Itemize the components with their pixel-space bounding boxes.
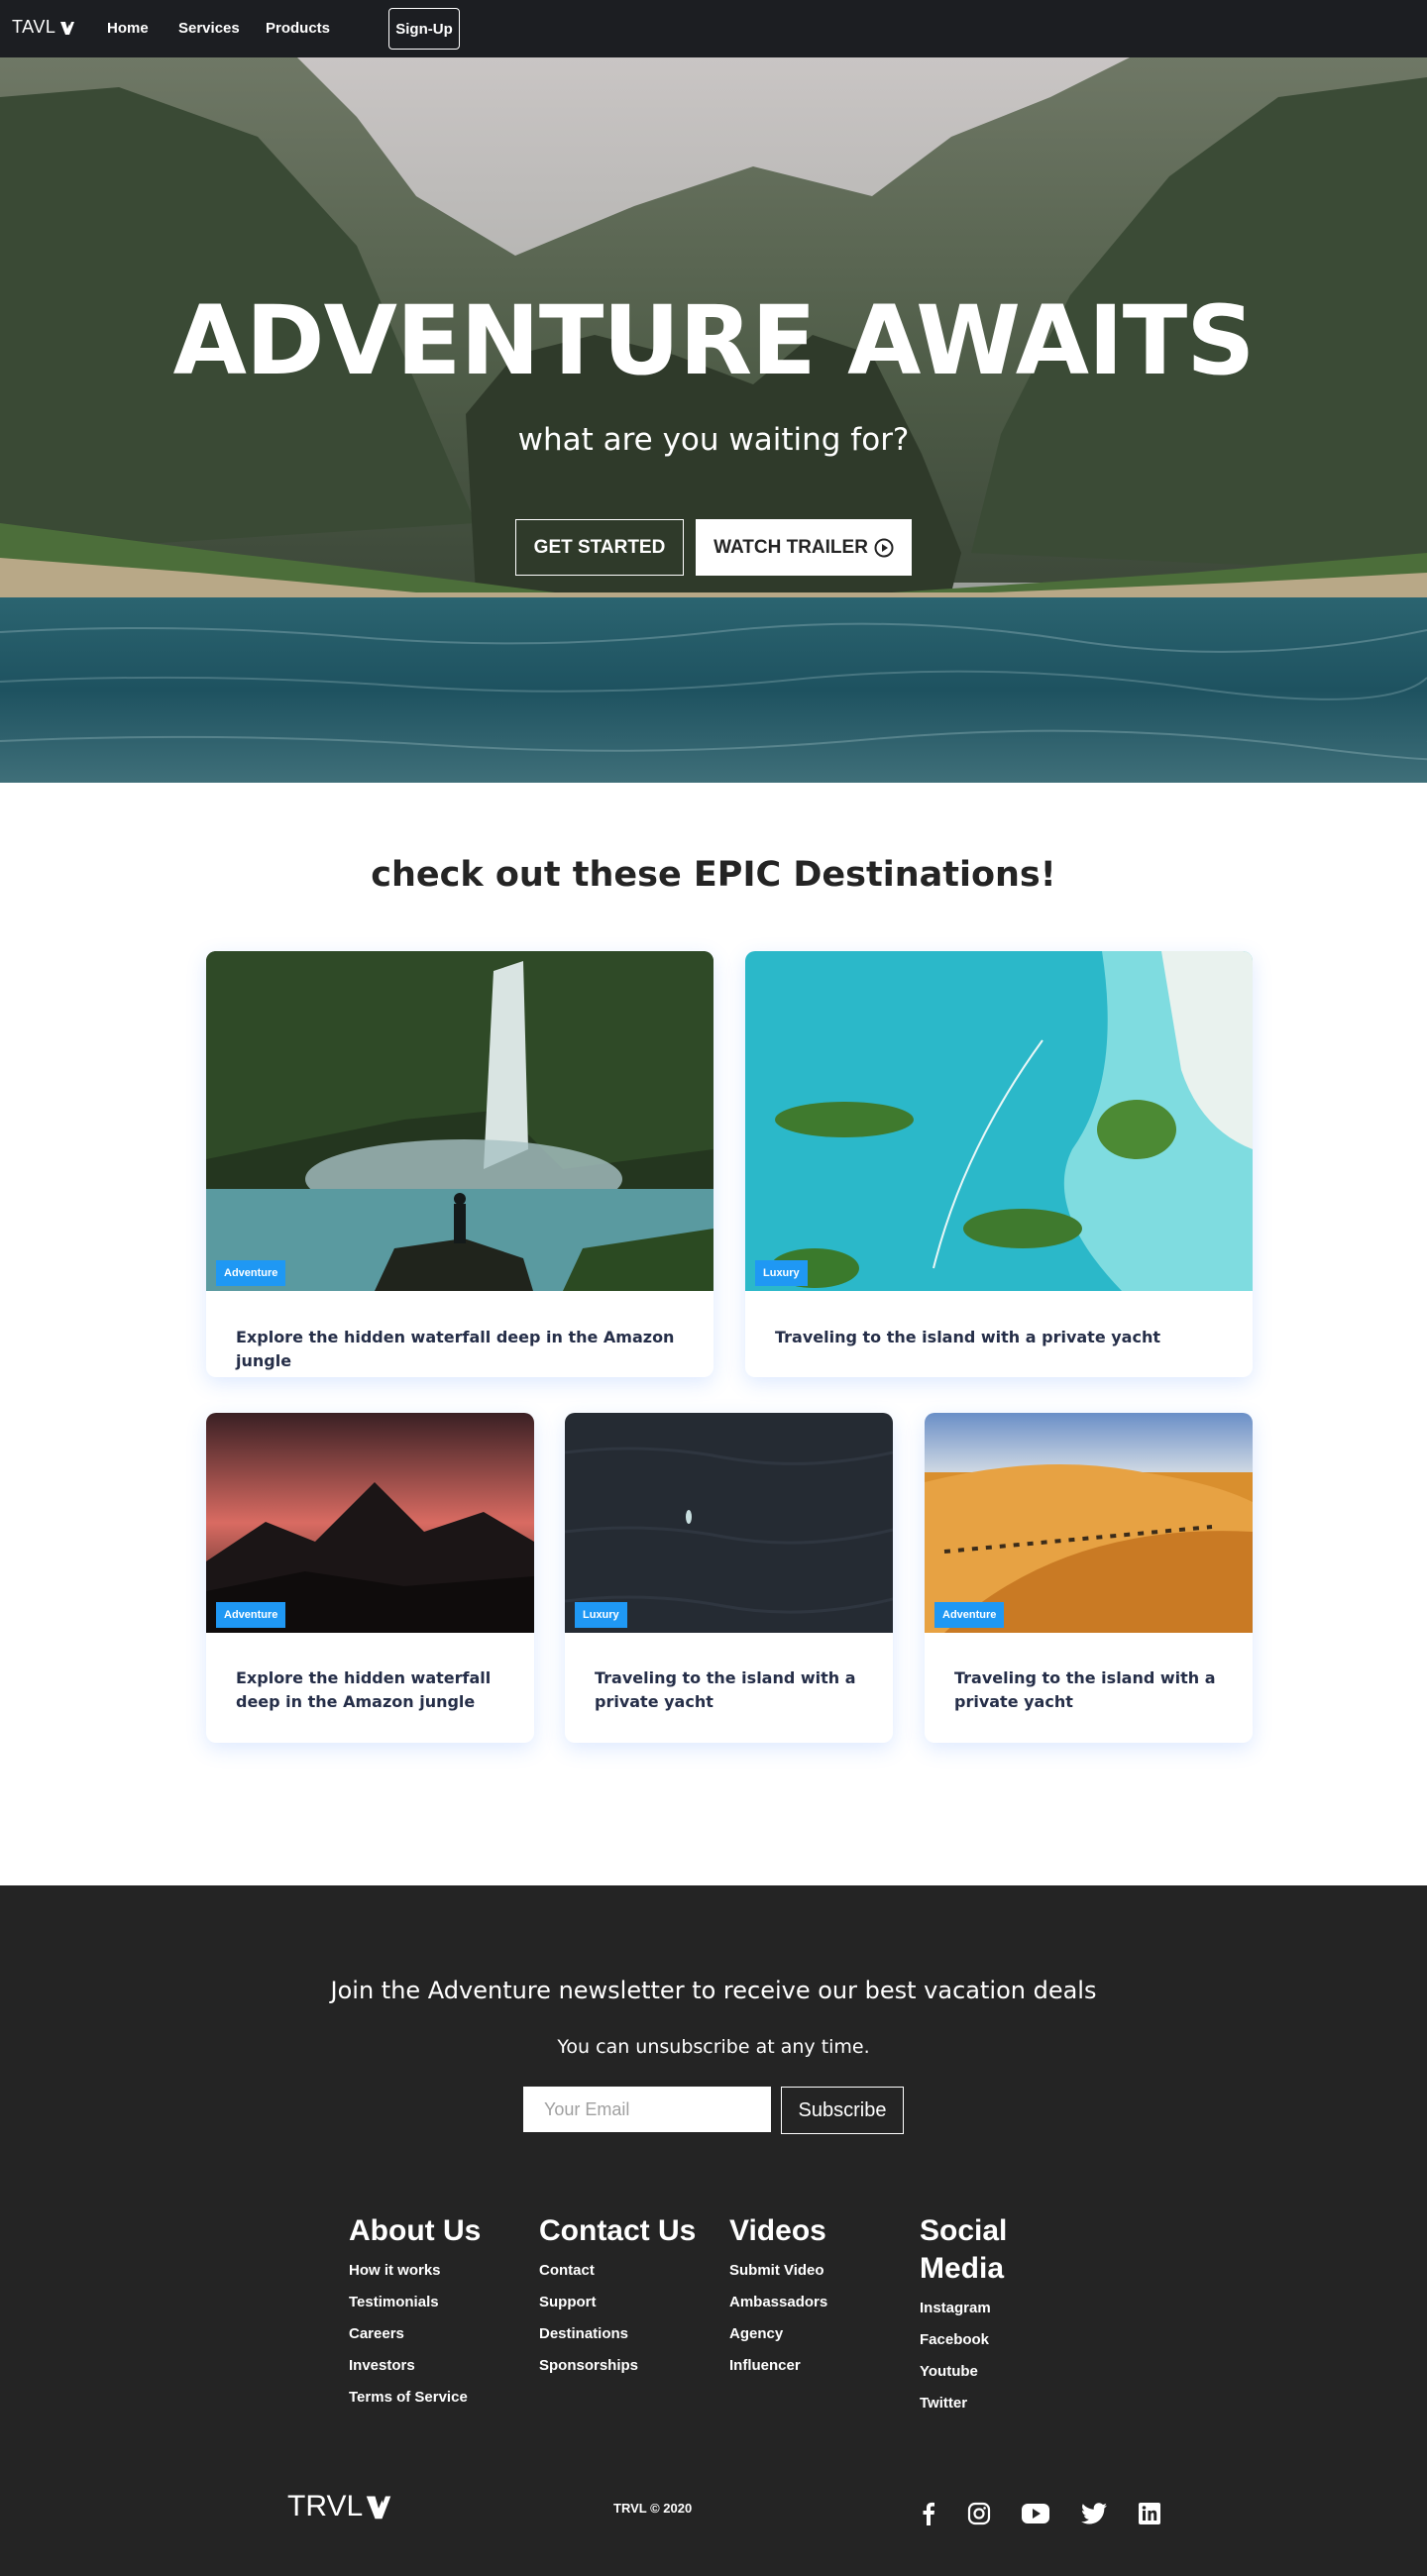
footer-column-social: Social Media Instagram Facebook Youtube …	[920, 2212, 1029, 2426]
brand-logo[interactable]: TAVL	[12, 17, 75, 38]
watch-trailer-label: WATCH TRAILER	[714, 536, 868, 558]
footer: Join the Adventure newsletter to receive…	[0, 1885, 1427, 2576]
facebook-icon[interactable]	[915, 2500, 942, 2527]
footer-link[interactable]: Careers	[349, 2325, 517, 2343]
footer-column-title: Social Media	[920, 2214, 1008, 2285]
sunset-mountains-image	[206, 1413, 534, 1633]
hero-subtitle: what are you waiting for?	[517, 422, 910, 458]
nav-home-link[interactable]: Home	[107, 20, 149, 37]
footer-logo-text: TRVL	[287, 2490, 364, 2522]
copyright-text: TRVL © 2020	[613, 2501, 693, 2516]
youtube-icon[interactable]	[1021, 2500, 1050, 2527]
ocean-boat-image	[565, 1413, 893, 1633]
twitter-icon[interactable]	[1080, 2500, 1108, 2527]
footer-link[interactable]: Youtube	[920, 2363, 1029, 2381]
footer-link[interactable]: Submit Video	[729, 2262, 898, 2280]
footer-link[interactable]: Influencer	[729, 2357, 898, 2375]
category-badge: Luxury	[575, 1602, 627, 1628]
footer-column-title: Videos	[729, 2214, 826, 2247]
footer-column-videos: Videos Submit Video Ambassadors Agency I…	[729, 2212, 898, 2389]
waterfall-image	[206, 951, 714, 1291]
footer-column-title: About Us	[349, 2214, 482, 2247]
hero-background-image	[0, 57, 1427, 783]
hero-section: ADVENTURE AWAITS what are you waiting fo…	[0, 57, 1427, 783]
get-started-button[interactable]: GET STARTED	[515, 519, 684, 576]
footer-link[interactable]: Facebook	[920, 2331, 1029, 2349]
card-title: Explore the hidden waterfall deep in the…	[236, 1328, 675, 1370]
watch-trailer-button[interactable]: WATCH TRAILER	[696, 519, 912, 576]
nav-services-link[interactable]: Services	[178, 20, 240, 37]
destination-card[interactable]: Luxury Traveling to the island with a pr…	[565, 1413, 893, 1743]
category-badge: Adventure	[934, 1602, 1005, 1628]
logo-mark-icon	[60, 21, 75, 35]
category-badge: Luxury	[755, 1260, 808, 1286]
play-circle-icon	[874, 538, 894, 557]
footer-link[interactable]: Contact	[539, 2262, 708, 2280]
desert-dunes-image	[925, 1413, 1253, 1633]
category-badge: Adventure	[216, 1260, 286, 1286]
footer-link[interactable]: Terms of Service	[349, 2389, 517, 2407]
footer-link[interactable]: Destinations	[539, 2325, 708, 2343]
nav-products-link[interactable]: Products	[266, 20, 330, 37]
footer-link[interactable]: Testimonials	[349, 2294, 517, 2311]
category-badge: Adventure	[216, 1602, 286, 1628]
footer-link[interactable]: Twitter	[920, 2395, 1029, 2413]
newsletter-subtext: You can unsubscribe at any time.	[557, 2036, 870, 2058]
card-title: Traveling to the island with a private y…	[595, 1668, 856, 1711]
brand-name: TAVL	[12, 17, 56, 37]
destinations-section: check out these EPIC Destinations! Adven…	[0, 783, 1427, 1885]
footer-link[interactable]: Agency	[729, 2325, 898, 2343]
footer-link[interactable]: How it works	[349, 2262, 517, 2280]
footer-column-title: Contact Us	[539, 2214, 697, 2247]
footer-link[interactable]: Support	[539, 2294, 708, 2311]
navbar: TAVL Home Services Products Sign-Up	[0, 0, 1427, 57]
destination-card[interactable]: Adventure Traveling to the island with a…	[925, 1413, 1253, 1743]
footer-column-contact: Contact Us Contact Support Destinations …	[539, 2212, 708, 2389]
subscribe-button[interactable]: Subscribe	[781, 2087, 904, 2134]
footer-link[interactable]: Investors	[349, 2357, 517, 2375]
signup-button[interactable]: Sign-Up	[388, 8, 460, 50]
destination-card[interactable]: Luxury Traveling to the island with a pr…	[745, 951, 1253, 1377]
newsletter-heading: Join the Adventure newsletter to receive…	[330, 1977, 1097, 2004]
footer-link[interactable]: Ambassadors	[729, 2294, 898, 2311]
footer-column-about: About Us How it works Testimonials Caree…	[349, 2212, 517, 2420]
card-title: Traveling to the island with a private y…	[954, 1668, 1216, 1711]
destination-card[interactable]: Adventure Explore the hidden waterfall d…	[206, 1413, 534, 1743]
island-aerial-image	[745, 951, 1253, 1291]
footer-link[interactable]: Sponsorships	[539, 2357, 708, 2375]
card-title: Explore the hidden waterfall deep in the…	[236, 1668, 492, 1711]
email-input[interactable]	[523, 2087, 771, 2132]
footer-logo[interactable]: TRVL	[287, 2490, 392, 2523]
destination-card[interactable]: Adventure Explore the hidden waterfall d…	[206, 951, 714, 1377]
linkedin-icon[interactable]	[1136, 2500, 1163, 2527]
instagram-icon[interactable]	[965, 2500, 993, 2527]
card-title: Traveling to the island with a private y…	[775, 1328, 1160, 1346]
logo-mark-icon	[366, 2496, 391, 2520]
footer-link[interactable]: Instagram	[920, 2300, 1029, 2317]
hero-title: ADVENTURE AWAITS	[172, 285, 1256, 396]
destinations-heading: check out these EPIC Destinations!	[371, 855, 1056, 895]
